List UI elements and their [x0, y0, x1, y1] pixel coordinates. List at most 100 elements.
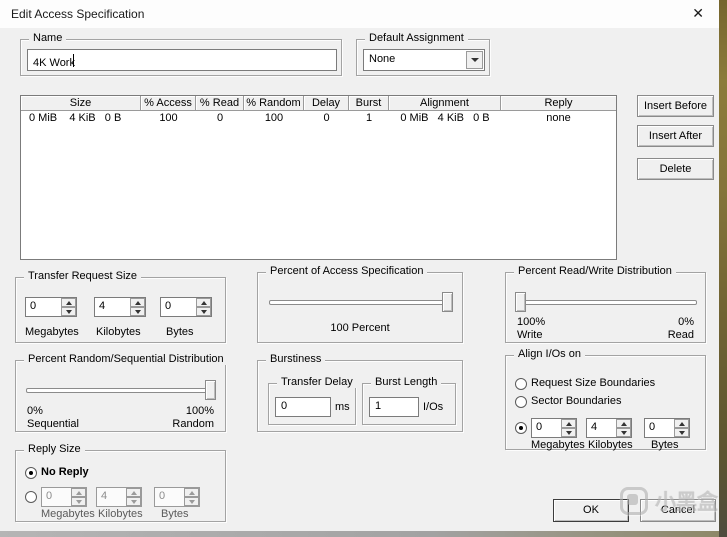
burstiness-group: Burstiness Transfer Delay 0 ms Burst Len…	[257, 360, 463, 432]
align-kilobytes-label: Kilobytes	[588, 439, 633, 451]
no-reply-label[interactable]: No Reply	[41, 466, 89, 478]
dropdown-value: None	[369, 53, 395, 65]
spinner-buttons	[71, 488, 86, 506]
spin-up-button[interactable]	[674, 419, 689, 428]
insert-before-button[interactable]: Insert Before	[637, 95, 714, 117]
cell-read: 0	[196, 111, 244, 126]
trs-kilobytes-label: Kilobytes	[96, 326, 141, 338]
spinner-value: 0	[536, 421, 542, 433]
column-header-burst[interactable]: Burst	[349, 96, 389, 111]
cell-alignment: 0 MiB 4 KiB 0 B	[389, 111, 501, 126]
no-reply-radio[interactable]	[25, 467, 37, 479]
spin-down-button[interactable]	[130, 307, 145, 316]
spin-down-button	[126, 497, 141, 506]
read-write-dist-title: Percent Read/Write Distribution	[514, 265, 676, 277]
align-sector-label[interactable]: Sector Boundaries	[531, 395, 622, 407]
read-write-slider-track[interactable]	[516, 300, 697, 305]
spinner-buttons	[561, 419, 576, 437]
spin-down-button[interactable]	[674, 428, 689, 437]
random-percent: 100%	[186, 405, 214, 417]
spin-up-button[interactable]	[196, 298, 211, 307]
align-request-size-label[interactable]: Request Size Boundaries	[531, 377, 655, 389]
cancel-button[interactable]: Cancel	[640, 499, 716, 522]
spin-up-button[interactable]	[616, 419, 631, 428]
random-seq-slider-thumb[interactable]	[205, 380, 216, 400]
write-label: Write	[517, 329, 542, 341]
align-ios-group: Align I/Os on Request Size Boundaries Se…	[505, 355, 706, 450]
arrow-down-icon	[201, 310, 207, 314]
name-input[interactable]: 4K Work	[27, 49, 337, 71]
cell-delay: 0	[304, 111, 349, 126]
name-group-label: Name	[29, 32, 66, 44]
transfer-request-size-title: Transfer Request Size	[24, 270, 141, 282]
close-icon[interactable]: ✕	[692, 5, 704, 21]
screen: Edit Access Specification ✕ Name 4K Work…	[0, 0, 727, 537]
random-seq-slider-track[interactable]	[26, 388, 216, 393]
burstiness-title: Burstiness	[266, 353, 325, 365]
column-header-alignment[interactable]: Alignment	[389, 96, 501, 111]
spinner-value: 0	[30, 300, 36, 312]
spin-down-button[interactable]	[61, 307, 76, 316]
trs-megabytes-label: Megabytes	[25, 326, 79, 338]
read-write-slider-thumb[interactable]	[515, 292, 526, 312]
transfer-delay-input[interactable]: 0	[275, 397, 331, 417]
column-header-access[interactable]: % Access	[141, 96, 196, 111]
spinner-buttons	[61, 298, 76, 316]
spinner-value: 0	[165, 300, 171, 312]
arrow-up-icon	[566, 422, 572, 426]
read-label: Read	[668, 329, 694, 341]
align-bytes-spinner[interactable]: 0	[644, 418, 690, 438]
ok-button[interactable]: OK	[553, 499, 629, 522]
trs-megabytes-spinner[interactable]: 0	[25, 297, 77, 317]
trs-bytes-label: Bytes	[166, 326, 194, 338]
reply-custom-radio[interactable]	[25, 491, 37, 503]
default-assignment-dropdown[interactable]: None	[363, 49, 485, 71]
dropdown-button[interactable]	[466, 51, 483, 69]
reply-bytes-spinner: 0	[154, 487, 200, 507]
burst-length-title: Burst Length	[371, 376, 441, 388]
insert-after-button[interactable]: Insert After	[637, 125, 714, 147]
percent-access-slider-track[interactable]	[269, 300, 453, 305]
column-header-reply[interactable]: Reply	[501, 96, 616, 111]
desktop-background-right-strip	[719, 0, 727, 537]
align-kilobytes-spinner[interactable]: 4	[586, 418, 632, 438]
align-custom-radio[interactable]	[515, 422, 527, 434]
spin-down-button[interactable]	[616, 428, 631, 437]
reply-size-group: Reply Size No Reply 0 4 0 Megabytes	[15, 450, 226, 522]
insert-after-label: Insert After	[638, 126, 713, 146]
burst-length-input[interactable]: 1	[369, 397, 419, 417]
align-request-size-radio[interactable]	[515, 378, 527, 390]
insert-before-label: Insert Before	[638, 96, 713, 116]
random-seq-left-label: 0% Sequential	[27, 405, 79, 431]
column-header-size[interactable]: Size	[21, 96, 141, 111]
spin-up-button[interactable]	[561, 419, 576, 428]
align-ios-title: Align I/Os on	[514, 348, 585, 360]
ok-label: OK	[554, 500, 628, 520]
spinner-buttons	[196, 298, 211, 316]
random-seq-dist-group: Percent Random/Sequential Distribution 0…	[15, 360, 226, 432]
spin-down-button	[184, 497, 199, 506]
transfer-delay-unit: ms	[335, 401, 350, 413]
trs-kilobytes-spinner[interactable]: 4	[94, 297, 146, 317]
column-header-delay[interactable]: Delay	[304, 96, 349, 111]
reply-size-title: Reply Size	[24, 443, 85, 455]
transfer-delay-group: Transfer Delay 0 ms	[268, 383, 356, 425]
align-megabytes-spinner[interactable]: 0	[531, 418, 577, 438]
align-sector-radio[interactable]	[515, 396, 527, 408]
spin-down-button[interactable]	[561, 428, 576, 437]
read-write-dist-group: Percent Read/Write Distribution 100% Wri…	[505, 272, 706, 343]
percent-access-slider-thumb[interactable]	[442, 292, 453, 312]
spin-down-button	[71, 497, 86, 506]
burst-length-unit: I/Os	[423, 401, 443, 413]
trs-bytes-spinner[interactable]: 0	[160, 297, 212, 317]
spin-up-button[interactable]	[130, 298, 145, 307]
column-header-read[interactable]: % Read	[196, 96, 244, 111]
spin-up-button[interactable]	[61, 298, 76, 307]
random-seq-dist-title: Percent Random/Sequential Distribution	[24, 353, 228, 365]
delete-button[interactable]: Delete	[637, 158, 714, 180]
table-row[interactable]: 0 MiB 4 KiB 0 B 100 0 100 0 1 0 MiB 4 Ki…	[21, 111, 616, 126]
column-header-random[interactable]: % Random	[244, 96, 304, 111]
spinner-buttons	[674, 419, 689, 437]
burst-length-value: 1	[375, 400, 381, 412]
spin-down-button[interactable]	[196, 307, 211, 316]
